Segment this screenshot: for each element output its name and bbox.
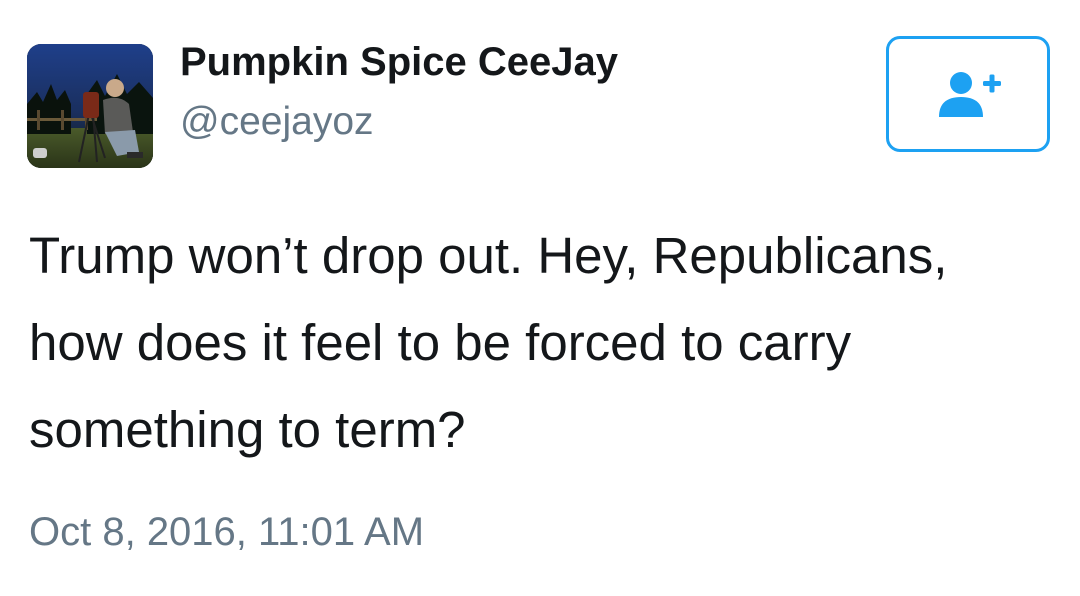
tweet-line: Trump won’t drop out. Hey, Republicans, — [29, 227, 948, 284]
add-user-icon — [939, 72, 1001, 117]
display-name[interactable]: Pumpkin Spice CeeJay — [180, 40, 618, 85]
avatar[interactable] — [27, 44, 153, 168]
tweet-timestamp[interactable]: Oct 8, 2016, 11:01 AM — [29, 510, 424, 555]
tweet-line: how does it feel to be forced to carry — [29, 314, 852, 371]
profile-photo-image — [27, 44, 153, 168]
tweet-line: something to term? — [29, 401, 466, 458]
user-handle[interactable]: @ceejayoz — [180, 100, 374, 144]
tweet-text: Trump won’t drop out. Hey, Republicans, … — [29, 212, 1059, 473]
follow-button[interactable] — [886, 36, 1050, 152]
